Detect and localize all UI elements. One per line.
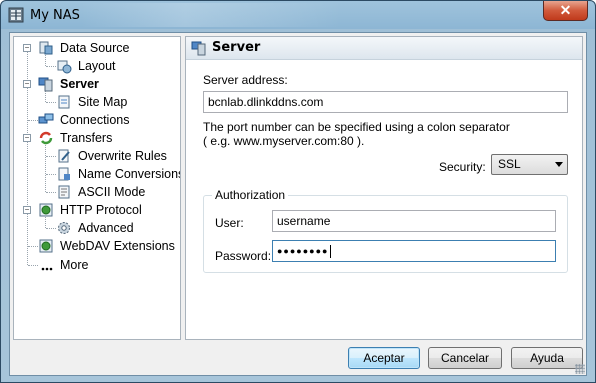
server-address-label: Server address: — [203, 73, 288, 87]
resize-grip[interactable] — [575, 364, 585, 374]
tree-item-data-source[interactable]: Data Source — [38, 40, 178, 56]
text-cursor — [329, 245, 331, 259]
server-address-input[interactable]: bcnlab.dlinkddns.com — [203, 91, 568, 113]
ascii-mode-icon — [58, 185, 70, 199]
expander-server[interactable]: − — [23, 80, 31, 88]
tree-item-label: Overwrite Rules — [78, 149, 167, 163]
tree-item-more[interactable]: More — [38, 257, 178, 273]
expander-http-protocol[interactable]: − — [23, 206, 31, 214]
connections-icon — [38, 113, 54, 124]
tree-item-label: More — [60, 258, 89, 272]
window-title: My NAS — [30, 8, 80, 23]
server-icon — [38, 77, 53, 92]
tree-connector-data-source — [45, 55, 46, 66]
layout-icon — [57, 60, 72, 74]
name-conversions-icon — [58, 167, 70, 181]
close-button[interactable]: ✕ — [543, 1, 588, 21]
title-bar[interactable]: My NAS ✕ — [1, 1, 595, 31]
overwrite-rules-icon — [58, 149, 70, 163]
tree-item-webdav-extensions[interactable]: WebDAV Extensions — [38, 238, 180, 254]
title-bar-glass-reflection — [81, 3, 341, 27]
tree-item-site-map[interactable]: Site Map — [56, 94, 176, 110]
ok-button[interactable]: Aceptar — [348, 347, 420, 369]
tree-connector-server — [45, 91, 46, 102]
tree-item-label: Name Conversions — [78, 167, 181, 181]
panel-title: Server — [212, 40, 261, 55]
security-label: Security: — [439, 160, 486, 174]
tree-item-name-conversions[interactable]: Name Conversions — [56, 166, 180, 182]
tree-item-label: Site Map — [78, 95, 128, 109]
password-mask: ●●●●●●●● — [277, 246, 329, 256]
close-icon: ✕ — [559, 2, 572, 18]
expander-transfers[interactable]: − — [23, 134, 31, 142]
site-map-icon — [58, 95, 70, 109]
tree-item-http-protocol[interactable]: HTTP Protocol — [38, 202, 178, 218]
dialog-client-area: − − − − Data Source Layout Server Site M… — [9, 32, 587, 376]
gear-icon — [58, 222, 70, 234]
security-select[interactable]: SSL — [491, 154, 568, 175]
tree-item-label: Layout — [78, 59, 116, 73]
password-input[interactable]: ●●●●●●●● — [272, 240, 556, 262]
data-source-icon — [39, 41, 53, 55]
authorization-group: Authorization User: username Password: ●… — [203, 188, 568, 273]
tree-item-label: Server — [60, 77, 99, 91]
app-icon — [8, 7, 24, 23]
tree-connector-transfers — [45, 145, 46, 192]
cancel-button[interactable]: Cancelar — [428, 347, 502, 369]
authorization-group-title: Authorization — [212, 188, 289, 202]
tree-item-label: Transfers — [60, 131, 113, 145]
tree-item-label: ASCII Mode — [78, 185, 146, 199]
security-select-value: SSL — [498, 157, 521, 171]
tree-item-server[interactable]: Server — [38, 76, 178, 92]
chevron-down-icon — [555, 162, 563, 167]
expander-data-source[interactable]: − — [23, 44, 31, 52]
webdav-icon — [39, 239, 53, 253]
tree-item-layout[interactable]: Layout — [56, 58, 176, 74]
help-button[interactable]: Ayuda — [511, 347, 583, 369]
tree-item-ascii-mode[interactable]: ASCII Mode — [56, 184, 180, 200]
tree-item-connections[interactable]: Connections — [38, 112, 178, 128]
app-window: My NAS ✕ − − − − Data Source Layout Serv… — [0, 0, 596, 383]
password-label: Password: — [215, 249, 272, 263]
tree-item-overwrite-rules[interactable]: Overwrite Rules — [56, 148, 180, 164]
tree-item-label: Connections — [60, 113, 130, 127]
transfers-icon — [39, 131, 53, 145]
user-label: User: — [215, 216, 244, 230]
port-hint-line1: The port number can be specified using a… — [203, 120, 510, 134]
tree-item-transfers[interactable]: Transfers — [38, 130, 178, 146]
tree-item-label: Data Source — [60, 41, 130, 55]
tree-connector-http — [45, 217, 46, 228]
tree-item-label: WebDAV Extensions — [60, 239, 175, 253]
user-input[interactable]: username — [272, 210, 556, 232]
http-protocol-icon — [39, 203, 53, 217]
tree-item-advanced[interactable]: Advanced — [56, 220, 176, 236]
tree-item-label: HTTP Protocol — [60, 203, 142, 217]
port-hint-line2: ( e.g. www.myserver.com:80 ). — [203, 134, 365, 148]
more-icon — [41, 267, 53, 271]
panel-header: Server — [186, 37, 582, 60]
server-settings-panel: Server Server address: bcnlab.dlinkddns.… — [185, 36, 583, 340]
server-icon — [191, 41, 206, 56]
settings-tree: − − − − Data Source Layout Server Site M… — [13, 36, 181, 340]
tree-item-label: Advanced — [78, 221, 134, 235]
